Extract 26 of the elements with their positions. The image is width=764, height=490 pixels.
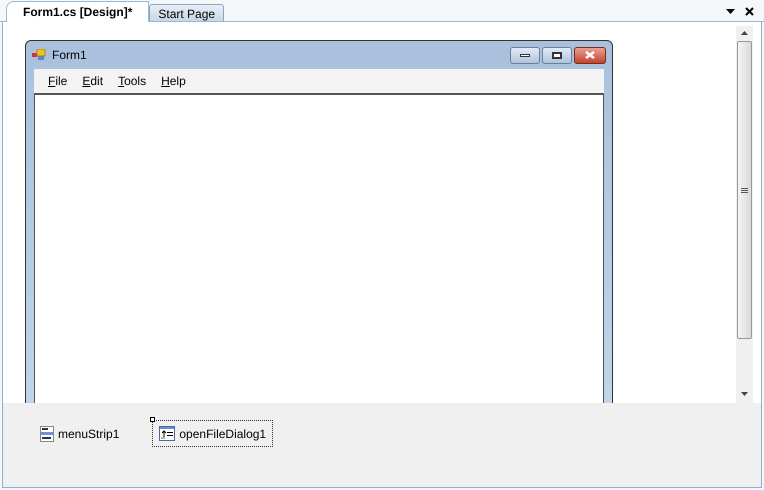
document-tab[interactable]: Start Page bbox=[149, 4, 224, 21]
component-label: menuStrip1 bbox=[58, 426, 120, 442]
dropdown-icon[interactable] bbox=[726, 9, 735, 14]
tray-component[interactable]: menuStrip1 bbox=[33, 420, 126, 447]
menu-item[interactable]: Edit bbox=[75, 72, 110, 90]
menu-item[interactable]: File bbox=[41, 72, 74, 90]
scroll-up-icon[interactable] bbox=[741, 31, 748, 35]
scroll-down-icon[interactable] bbox=[741, 392, 748, 396]
close-icon[interactable] bbox=[745, 7, 754, 16]
menu-item[interactable]: Help bbox=[154, 72, 193, 90]
menu-strip-icon bbox=[40, 426, 54, 442]
vertical-scrollbar[interactable] bbox=[736, 26, 753, 403]
maximize-button[interactable] bbox=[542, 46, 572, 64]
form-icon bbox=[32, 49, 46, 61]
document-tab[interactable]: Form1.cs [Design]* bbox=[6, 1, 150, 22]
selection-handle[interactable] bbox=[150, 417, 156, 422]
menu-item[interactable]: Tools bbox=[111, 72, 154, 90]
dialog-icon bbox=[159, 426, 176, 441]
close-button[interactable] bbox=[574, 46, 606, 64]
tray-component[interactable]: openFileDialog1 bbox=[152, 420, 274, 447]
window-title: Form1 bbox=[52, 47, 87, 64]
minimize-button[interactable] bbox=[510, 46, 540, 64]
grip-icon bbox=[741, 188, 748, 192]
close-icon bbox=[585, 51, 595, 59]
scroll-thumb[interactable] bbox=[737, 41, 752, 339]
component-label: openFileDialog1 bbox=[179, 426, 266, 442]
